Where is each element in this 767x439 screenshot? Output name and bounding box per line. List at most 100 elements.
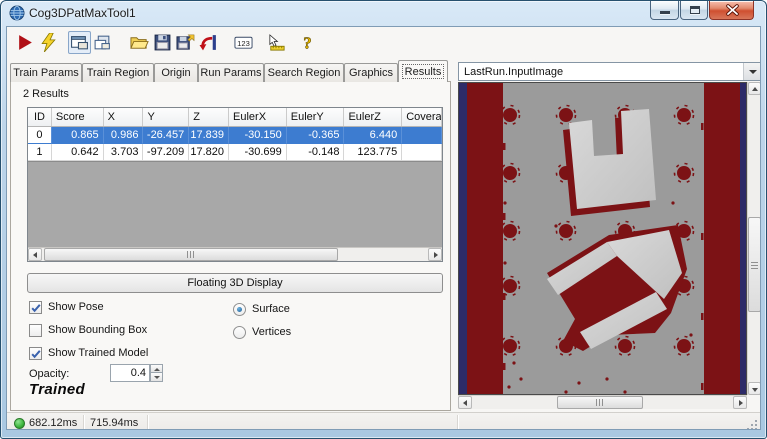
grid-scroll-left-button[interactable]	[28, 248, 42, 261]
opacity-decrease-button[interactable]	[150, 373, 163, 382]
run-button[interactable]	[14, 31, 37, 54]
reset-button[interactable]	[197, 31, 220, 54]
electric-run-icon	[39, 33, 58, 52]
minimize-button[interactable]	[650, 1, 679, 20]
image-vscrollbar[interactable]	[747, 82, 761, 395]
scroll-grip	[187, 251, 195, 258]
grid-scroll-thumb[interactable]	[44, 248, 338, 261]
image-hscrollbar[interactable]	[458, 395, 747, 409]
tab-run-params[interactable]: Run Params	[198, 63, 264, 82]
tab-graphics[interactable]: Graphics	[344, 63, 398, 82]
save-file-button[interactable]	[151, 31, 174, 54]
floating-3d-display-button[interactable]: Floating 3D Display	[27, 273, 443, 293]
radio-button[interactable]	[233, 303, 246, 316]
numeric-results-button[interactable]: 123	[232, 31, 255, 54]
trained-status-label: Trained	[29, 381, 85, 398]
tab-search-region[interactable]: Search Region	[264, 63, 344, 82]
radio-button[interactable]	[233, 326, 246, 339]
results-grid-body: 00.8650.986-26.45717.839-30.150-0.3656.4…	[28, 127, 442, 161]
tab-origin[interactable]: Origin	[154, 63, 198, 82]
checkbox-box[interactable]	[29, 324, 42, 337]
measure-button[interactable]	[265, 31, 288, 54]
radio-label[interactable]: Vertices	[252, 326, 291, 338]
tab-strip: Train ParamsTrain RegionOriginRun Params…	[10, 60, 448, 82]
electric-run-button[interactable]	[37, 31, 60, 54]
cell-score[interactable]: 0.642	[52, 144, 104, 161]
status-bar: 682.12ms 715.94ms	[7, 412, 760, 430]
image-scroll-up-button[interactable]	[748, 82, 761, 95]
column-header-eulerz[interactable]: EulerZ	[344, 108, 402, 126]
checkbox-label[interactable]: Show Trained Model	[48, 347, 148, 359]
checkbox-show-bounding-box: Show Bounding Box	[29, 323, 147, 337]
scroll-grip	[751, 261, 758, 269]
cell-y[interactable]: -97.209	[143, 144, 189, 161]
column-header-coverage[interactable]: Coverage	[402, 108, 442, 126]
radio-label[interactable]: Surface	[252, 303, 290, 315]
image-hscroll-thumb[interactable]	[557, 396, 643, 409]
grid-scroll-right-button[interactable]	[428, 248, 442, 261]
checkbox-label[interactable]: Show Pose	[48, 301, 104, 313]
status-separator	[457, 415, 458, 430]
tab-train-params[interactable]: Train Params	[10, 63, 82, 82]
tab-label: Search Region	[268, 67, 341, 79]
image-scroll-right-button[interactable]	[733, 396, 747, 409]
help-button[interactable]: ?	[296, 31, 319, 54]
svg-text:123: 123	[237, 39, 250, 48]
checkbox-box[interactable]	[29, 347, 42, 360]
dropdown-arrow-icon[interactable]	[743, 63, 760, 80]
cell-x[interactable]: 0.986	[104, 127, 144, 144]
cell-eulery[interactable]: -0.148	[287, 144, 345, 161]
cell-coverage[interactable]	[402, 127, 442, 144]
cell-x[interactable]: 3.703	[104, 144, 144, 161]
cell-eulery[interactable]: -0.365	[287, 127, 345, 144]
column-header-eulerx[interactable]: EulerX	[229, 108, 287, 126]
result-row-1[interactable]: 10.6423.703-97.20917.820-30.699-0.148123…	[28, 144, 442, 161]
tab-train-region[interactable]: Train Region	[82, 63, 154, 82]
cell-y[interactable]: -26.457	[143, 127, 189, 144]
results-grid: IDScoreXYZEulerXEulerYEulerZCoverage 00.…	[27, 107, 443, 262]
cell-id[interactable]: 1	[28, 144, 52, 161]
cell-eulerz[interactable]: 123.775	[344, 144, 402, 161]
cell-eulerz[interactable]: 6.440	[344, 127, 402, 144]
column-header-x[interactable]: X	[104, 108, 144, 126]
cell-score[interactable]: 0.865	[52, 127, 104, 144]
float-display-button[interactable]	[91, 31, 114, 54]
cell-z[interactable]: 17.820	[189, 144, 229, 161]
column-header-score[interactable]: Score	[52, 108, 104, 126]
display-selector[interactable]: LastRun.InputImage	[458, 62, 761, 81]
show-result-display-button[interactable]	[68, 31, 91, 54]
results-grid-empty-area	[28, 161, 442, 247]
status-time-1: 682.12ms	[29, 417, 77, 429]
cell-coverage[interactable]	[402, 144, 442, 161]
checkbox-show-pose: Show Pose	[29, 300, 104, 314]
image-vscroll-thumb[interactable]	[748, 217, 761, 312]
open-file-button[interactable]	[128, 31, 151, 54]
reset-arrow-icon	[199, 33, 218, 52]
cell-eulerx[interactable]: -30.150	[229, 127, 287, 144]
opacity-input[interactable]: 0.4	[110, 364, 150, 382]
image-scroll-left-button[interactable]	[458, 396, 472, 409]
close-button[interactable]	[709, 1, 754, 20]
resize-grip[interactable]	[746, 419, 758, 430]
input-image-scene	[459, 83, 746, 394]
cell-id[interactable]: 0	[28, 127, 52, 144]
check-icon	[30, 348, 42, 360]
column-header-z[interactable]: Z	[189, 108, 229, 126]
maximize-button[interactable]	[680, 1, 708, 20]
save-as-button[interactable]	[174, 31, 197, 54]
opacity-increase-button[interactable]	[150, 364, 163, 373]
checkbox-box[interactable]	[29, 301, 42, 314]
tab-results[interactable]: Results	[398, 60, 448, 82]
column-header-id[interactable]: ID	[28, 108, 52, 126]
column-header-eulery[interactable]: EulerY	[287, 108, 345, 126]
cell-eulerx[interactable]: -30.699	[229, 144, 287, 161]
checkbox-label[interactable]: Show Bounding Box	[48, 324, 147, 336]
results-count-label: 2 Results	[23, 88, 69, 100]
column-header-y[interactable]: Y	[143, 108, 189, 126]
result-row-0[interactable]: 00.8650.986-26.45717.839-30.150-0.3656.4…	[28, 127, 442, 144]
input-image-display[interactable]	[458, 82, 747, 395]
grid-hscrollbar[interactable]	[28, 247, 442, 261]
image-scroll-down-button[interactable]	[748, 382, 761, 395]
status-separator	[83, 415, 84, 430]
cell-z[interactable]: 17.839	[189, 127, 229, 144]
